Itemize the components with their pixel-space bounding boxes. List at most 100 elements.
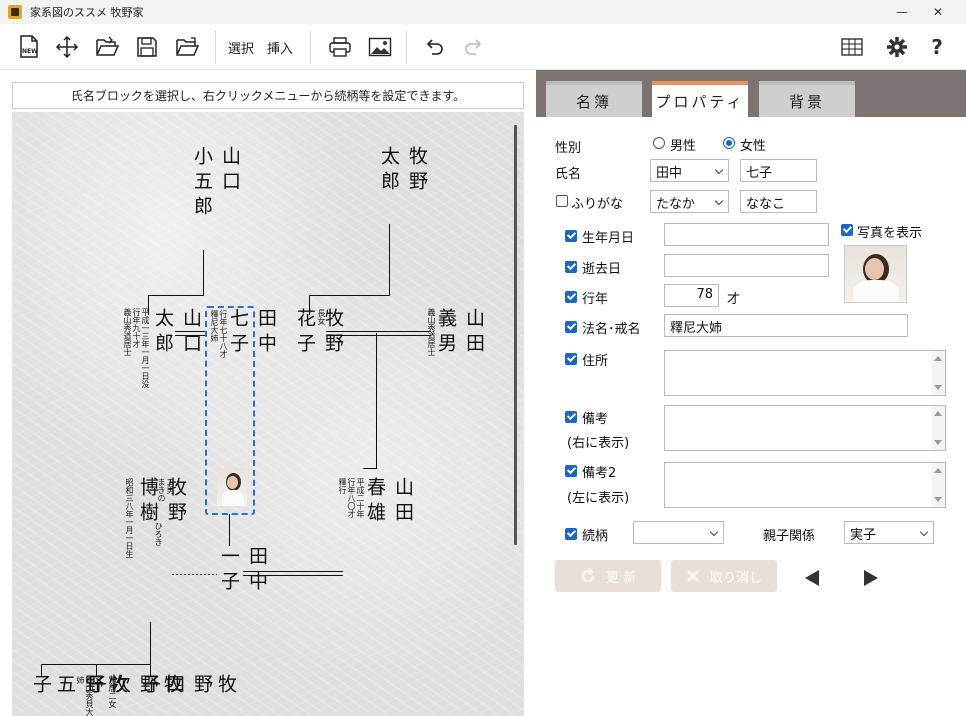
person-name-yamaguchi-taro[interactable]: 山口 太郎 [151,308,203,358]
furigana-checkbox[interactable] [556,195,568,207]
person-name-makino-yonko[interactable]: 牧野 四子 [138,674,238,716]
show-photo-checkbox[interactable] [841,224,853,236]
maximize-button[interactable] [884,0,920,24]
note-checkbox[interactable] [565,411,577,423]
given-name: 太郎 [378,146,400,196]
parent-relation-select[interactable]: 実子 [844,521,934,544]
person-name-yamada-yoshio[interactable]: 山田 義男 [434,308,486,358]
export-image-button[interactable] [366,33,394,61]
relation-checkbox[interactable] [565,528,577,540]
age-field[interactable]: 78 [664,284,719,307]
male-radio[interactable] [653,137,665,149]
surname: 牧野 [191,674,237,699]
surname: 山田 [392,477,414,527]
save-disk-icon [137,37,157,57]
svg-text:NEW: NEW [22,48,38,55]
address-checkbox[interactable] [565,353,577,365]
tab-roster[interactable]: 名簿 [546,81,642,117]
new-file-button[interactable]: NEW [15,33,43,61]
age-unit: 才 [727,292,741,307]
given-name: 五子 [30,674,76,699]
person-name-tanaka-kazuko[interactable]: 田中 一子 [217,546,269,596]
scrollbar[interactable] [932,351,945,395]
cancel-button[interactable]: 取り消し [671,560,777,592]
note2-field[interactable] [664,462,946,508]
person-name-yamaguchi-koguro[interactable]: 山口 小五郎 [190,146,242,221]
update-button[interactable]: 更 新 [555,560,661,592]
tab-background[interactable]: 背景 [759,81,855,117]
note-field[interactable] [664,405,946,451]
person-name-makino-hanako[interactable]: 牧野 花子 [293,308,345,358]
female-label: 女性 [740,139,767,154]
given-name: 春雄 [364,477,386,527]
title-bar: 家系図のススメ 牧野家 — ✕ [0,0,966,24]
person-note: 義山秀道居士 [123,308,132,356]
birth-date-field[interactable] [664,223,829,246]
export-folder-icon [176,37,199,56]
posthumous-checkbox[interactable] [565,321,577,333]
surname: 山口 [180,308,202,358]
person-name-tanaka-nanako[interactable]: 田中 七子 [226,308,278,358]
person-name-makino-hiroki[interactable]: 牧野 博樹 [136,477,188,527]
grid-button[interactable] [838,33,866,61]
new-file-icon: NEW [20,35,38,58]
gear-icon [887,37,907,57]
move-button[interactable] [53,33,81,61]
given-name-field[interactable]: 七子 [740,159,817,182]
next-arrow-icon[interactable] [864,570,878,586]
person-note: 平成一三年一月一日没 [141,308,150,388]
save-button[interactable] [133,33,161,61]
person-name-makino-taro[interactable]: 牧野 太郎 [377,146,429,196]
posthumous-label: 法名･戒名 [582,322,641,337]
tab-properties[interactable]: プロパティ [652,81,748,118]
person-note: 釋尼大姉 [210,310,219,342]
person-photo-preview[interactable] [844,245,907,303]
given-name: 太郎 [152,308,174,358]
birth-label: 生年月日 [582,231,635,246]
person-note: 釋行 [338,478,347,494]
family-tree-canvas[interactable]: 山口 小五郎 牧野 太郎 平成一三年一月一日没 行年九十才 義山秀道居士 山口 … [12,112,524,716]
gender-label: 性別 [555,141,582,156]
close-x-icon [687,570,699,582]
properties-panel: 名簿 プロパティ 背景 性別 男性 女性 氏名 田中 七子 ふりがな たなか な… [536,70,966,716]
scrollbar[interactable] [932,406,945,450]
tab-strip: 名簿 プロパティ 背景 [536,70,966,118]
open-folder-button[interactable] [93,33,121,61]
previous-arrow-icon[interactable] [805,570,819,586]
select-mode-button[interactable]: 選択 [228,38,254,57]
address-label: 住所 [582,354,609,369]
canvas-scrollbar[interactable] [514,125,517,545]
scrollbar[interactable] [932,463,945,507]
female-radio[interactable] [723,137,735,149]
age-checkbox[interactable] [565,291,577,303]
surname-kana-select[interactable]: たなか [650,190,729,213]
person-note: 昭和三八年一月一日生 [125,478,134,558]
note-label: 備考 [582,412,609,427]
relation-select[interactable] [633,521,724,544]
person-name-yamada-haruo[interactable]: 山田 春雄 [363,477,415,527]
hint-text: 氏名ブロックを選択し、右クリックメニューから続柄等を設定できます。 [12,82,524,109]
surname-select[interactable]: 田中 [650,159,729,182]
death-checkbox[interactable] [565,261,577,273]
given-name: 七子 [227,308,249,358]
save-as-button[interactable] [173,33,201,61]
redo-icon [465,39,482,55]
settings-button[interactable] [883,33,911,61]
given-kana-field[interactable]: ななこ [740,190,817,213]
undo-button[interactable] [420,33,448,61]
birth-checkbox[interactable] [565,230,577,242]
death-date-field[interactable] [664,254,829,277]
help-button[interactable]: ? [923,33,951,61]
note-sublabel: (右に表示) [567,436,630,451]
given-name: 義男 [435,308,457,358]
close-button[interactable]: ✕ [920,0,956,24]
toolbar: NEW 選択 挿入 ? [0,24,966,70]
print-button[interactable] [326,33,354,61]
note2-checkbox[interactable] [565,465,577,477]
posthumous-name-field[interactable]: 釋尼大姉 [664,314,908,337]
given-name: 博樹 [137,477,159,527]
address-field[interactable] [664,350,946,396]
redo-button[interactable] [460,33,488,61]
insert-mode-button[interactable]: 挿入 [267,38,293,57]
given-name: 次子 [85,674,131,699]
